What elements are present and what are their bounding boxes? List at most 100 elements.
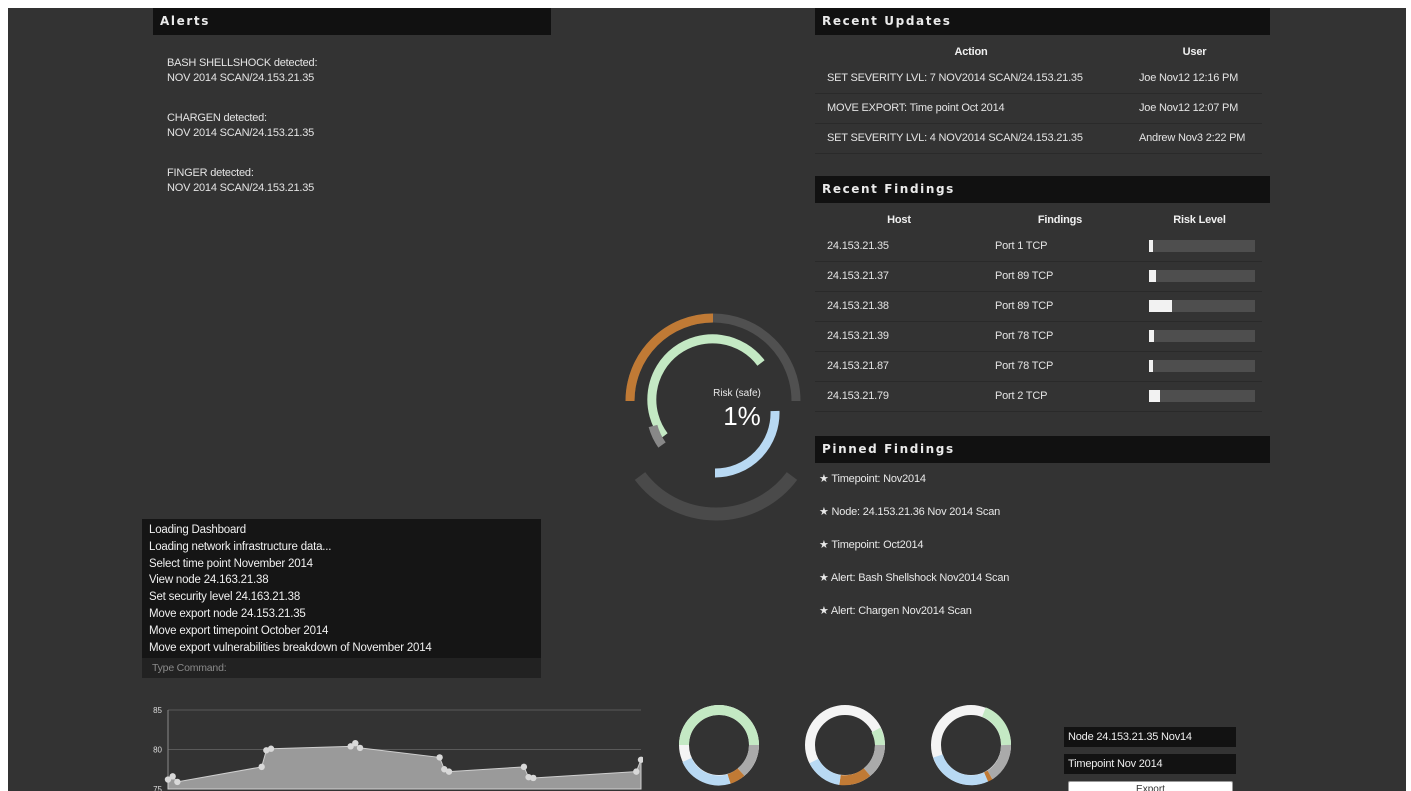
pinned-item[interactable]: ★ Timepoint: Nov2014 [819, 472, 926, 485]
table-row[interactable]: 24.153.21.39 Port 78 TCP [815, 321, 1262, 352]
table-row[interactable]: SET SEVERITY LVL: 4 NOV2014 SCAN/24.153.… [815, 123, 1262, 154]
table-row[interactable]: SET SEVERITY LVL: 7 NOV2014 SCAN/24.153.… [815, 63, 1262, 94]
chart-area [167, 742, 642, 790]
recent-updates-header: Recent Updates [815, 8, 1270, 35]
chart-point[interactable] [436, 754, 443, 761]
donut-segment-gray [987, 744, 1011, 780]
pinned-item-label: Alert: Bash Shellshock Nov2014 Scan [830, 572, 1010, 584]
column-header-findings: Findings [1037, 214, 1083, 226]
risk-level-fill [1149, 390, 1160, 402]
chart-point[interactable] [267, 745, 275, 752]
star-icon: ★ [819, 605, 829, 617]
table-row[interactable]: MOVE EXPORT: Time point Oct 2014 Joe Nov… [815, 93, 1262, 124]
pinned-item[interactable]: ★ Alert: Chargen Nov2014 Scan [819, 604, 972, 617]
console-line: Move export vulnerabilities breakdown of… [149, 641, 432, 654]
column-header-host: Host [887, 214, 911, 226]
selected-node-label: Node 24.153.21.35 Nov14 [1064, 727, 1236, 747]
pinned-item[interactable]: ★ Node: 24.153.21.36 Nov 2014 Scan [819, 505, 1000, 518]
alert-item[interactable]: BASH SHELLSHOCK detected: NOV 2014 SCAN/… [167, 56, 317, 86]
risk-level-fill [1149, 300, 1172, 312]
pinned-item-label: Timepoint: Oct2014 [831, 539, 924, 551]
table-row[interactable]: 24.153.21.38 Port 89 TCP [815, 291, 1262, 322]
risk-level-bar [1149, 360, 1255, 372]
pinned-item-label: Node: 24.153.21.36 Nov 2014 Scan [831, 506, 1001, 518]
finding-host: 24.153.21.79 [815, 381, 983, 412]
console-line: Move export node 24.153.21.35 [149, 607, 306, 620]
chart-point[interactable] [445, 768, 453, 775]
risk-level-bar [1149, 390, 1255, 402]
donut-segment-green [679, 705, 759, 746]
risk-level-bar [1149, 270, 1255, 282]
chart-point[interactable] [174, 778, 181, 786]
chart-point[interactable] [633, 768, 640, 775]
table-row[interactable]: 24.153.21.87 Port 78 TCP [815, 351, 1262, 382]
update-action: SET SEVERITY LVL: 7 NOV2014 SCAN/24.153.… [815, 63, 1127, 94]
alert-source: NOV 2014 SCAN/24.153.21.35 [167, 72, 315, 84]
column-header-risk-level: Risk Level [1173, 214, 1226, 226]
chart-point[interactable] [530, 774, 537, 782]
risk-value: 1% [723, 401, 761, 431]
y-tick-label: 75 [153, 785, 162, 791]
finding-host: 24.153.21.37 [815, 261, 983, 292]
chart-point[interactable] [356, 744, 364, 752]
finding-port: Port 78 TCP [983, 321, 1137, 352]
chart-point[interactable] [352, 739, 359, 747]
command-console: Loading Dashboard Loading network infras… [142, 519, 541, 678]
console-line: Select time point November 2014 [149, 557, 313, 570]
finding-host: 24.153.21.39 [815, 321, 983, 352]
table-row[interactable]: 24.153.21.37 Port 89 TCP [815, 261, 1262, 292]
console-line: Set security level 24.163.21.38 [149, 591, 301, 604]
update-user: Joe Nov12 12:07 PM [1127, 93, 1262, 124]
alert-title: BASH SHELLSHOCK detected: [167, 57, 318, 69]
export-button[interactable]: Export [1068, 781, 1233, 791]
gauge-ring-bottom [634, 472, 798, 521]
console-line: Loading network infrastructure data... [149, 540, 332, 553]
donut-segment-blue [933, 754, 989, 786]
risk-level-bar [1149, 239, 1255, 252]
alert-item[interactable]: CHARGEN detected: NOV 2014 SCAN/24.153.2… [167, 111, 314, 141]
alerts-header: Alerts [153, 8, 551, 35]
donut-chart-1 [679, 705, 759, 786]
pinned-findings-header: Pinned Findings [815, 436, 1270, 463]
risk-level-bar [1149, 300, 1255, 312]
table-row[interactable]: 24.153.21.35 Port 1 TCP [815, 231, 1262, 262]
chart-point[interactable] [520, 763, 528, 771]
donut-segment-orange [983, 770, 993, 782]
pinned-item[interactable]: ★ Timepoint: Oct2014 [819, 538, 924, 551]
chart-point[interactable] [169, 773, 176, 780]
donut-segment-orange [839, 767, 871, 786]
risk-level-cell [1137, 291, 1262, 322]
pinned-item[interactable]: ★ Alert: Bash Shellshock Nov2014 Scan [819, 571, 1009, 584]
y-tick-label: 85 [153, 706, 162, 715]
finding-host: 24.153.21.87 [815, 351, 983, 382]
chart-point[interactable] [637, 756, 643, 763]
table-row[interactable]: 24.153.21.79 Port 2 TCP [815, 381, 1262, 412]
risk-level-fill [1149, 239, 1153, 252]
risk-level-cell [1137, 321, 1262, 352]
area-chart: 85 80 75 [153, 706, 643, 791]
recent-updates-table: Action User SET SEVERITY LVL: 7 NOV2014 … [815, 41, 1262, 154]
selected-timepoint-label: Timepoint Nov 2014 [1064, 754, 1236, 774]
command-input[interactable]: Type Command: [142, 658, 541, 678]
star-icon: ★ [819, 572, 829, 584]
star-icon: ★ [819, 506, 829, 518]
star-icon: ★ [819, 539, 829, 551]
console-line: Loading Dashboard [149, 524, 246, 536]
risk-level-cell [1137, 351, 1262, 382]
recent-findings-table: Host Findings Risk Level 24.153.21.35 Po… [815, 209, 1262, 412]
pinned-item-label: Alert: Chargen Nov2014 Scan [830, 605, 972, 617]
chart-point[interactable] [258, 763, 265, 771]
update-user: Andrew Nov3 2:22 PM [1127, 123, 1262, 154]
donut-segment-gray [863, 744, 885, 776]
donut-segment-green [981, 707, 1012, 746]
pinned-item-label: Timepoint: Nov2014 [831, 473, 926, 485]
finding-port: Port 89 TCP [983, 291, 1137, 322]
alert-item[interactable]: FINGER detected: NOV 2014 SCAN/24.153.21… [167, 166, 314, 196]
donut-segment-blue [682, 757, 731, 786]
donut-segment-orange [727, 768, 745, 784]
finding-port: Port 2 TCP [983, 381, 1137, 412]
update-user: Joe Nov12 12:16 PM [1127, 63, 1262, 94]
console-line: Move export timepoint October 2014 [149, 624, 329, 637]
risk-level-fill [1149, 270, 1156, 282]
finding-host: 24.153.21.35 [815, 231, 983, 262]
